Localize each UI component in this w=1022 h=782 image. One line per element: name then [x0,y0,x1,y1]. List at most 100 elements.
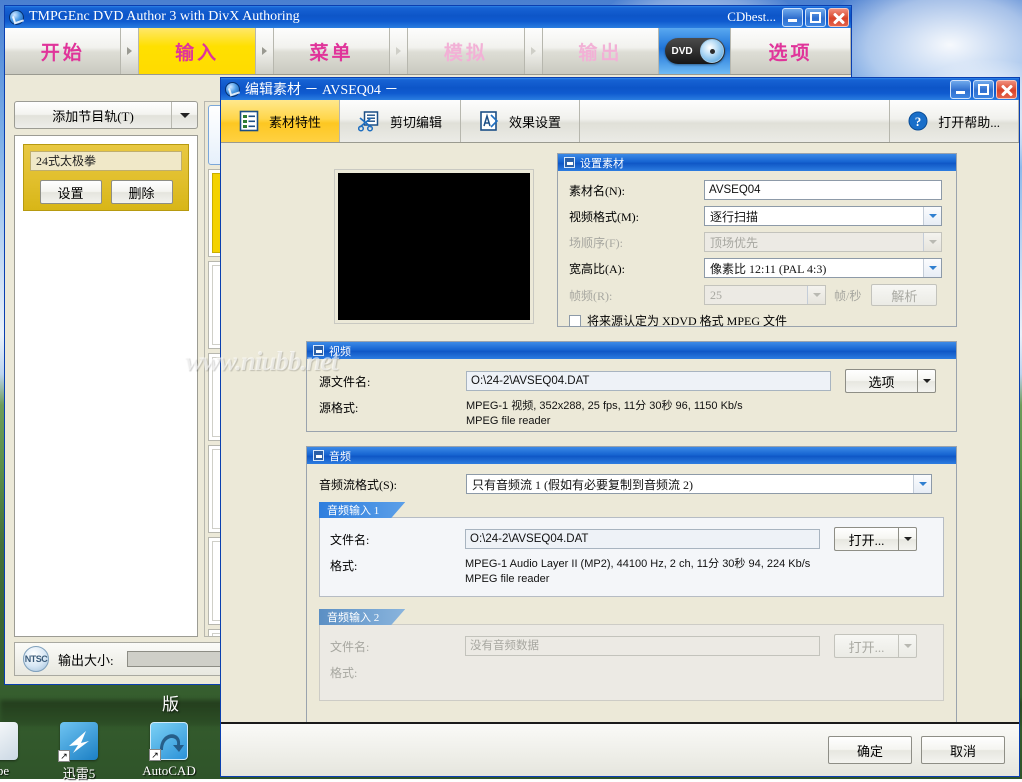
add-track-label: 添加节目轨(T) [15,106,171,125]
tab-separator-arrow [390,28,408,74]
audio1-file-input[interactable]: O:\24-2\AVSEQ04.DAT [465,529,820,549]
audio-input-2: 音频输入 2 文件名: 没有音频数据 打开... 格式: [319,609,944,701]
add-track-dropdown-arrow[interactable] [171,102,197,128]
maximize-button[interactable] [805,8,826,27]
track-settings-button[interactable]: 设置 [40,180,102,204]
dialog-window-controls [950,80,1017,99]
track-list[interactable]: 24式太极拳 设置 删除 [14,135,198,637]
chevron-down-icon[interactable] [923,259,941,277]
tab-input[interactable]: 输入 [139,28,255,74]
arrow-box-icon [313,345,324,356]
track-sidebar: 添加节目轨(T) 24式太极拳 设置 删除 [14,101,198,637]
tab-output[interactable]: 输出 [543,28,659,74]
main-navigation-tabs: 开始 输入 菜单 模拟 输出 DVD 选项 [5,28,851,75]
audio-stream-format-select[interactable]: 只有音频流 1 (假如有必要复制到音频流 2) [466,474,932,494]
app-icon: ↗ [60,722,98,760]
video-group: 视频 源文件名: O:\24-2\AVSEQ04.DAT 选项 源格式: MPE… [306,341,957,432]
main-window-titlebar[interactable]: TMPGEnc DVD Author 3 with DivX Authoring… [5,6,851,28]
field-order-row: 场顺序(F): 顶场优先 [569,232,945,252]
tab-effect-settings[interactable]: 效果设置 [461,100,580,142]
audio2-file-input: 没有音频数据 [465,636,820,656]
video-options-button[interactable]: 选项 [845,369,917,393]
audio1-open-split-button[interactable]: 打开... [834,527,917,551]
clip-preview-frame [334,169,534,324]
tab-separator-arrow [121,28,139,74]
audio1-open-button[interactable]: 打开... [834,527,898,551]
dvd-mode-indicator[interactable]: DVD [659,28,731,74]
dialog-close-button[interactable] [996,80,1017,99]
dvd-badge: DVD [665,38,725,64]
dialog-title: 编辑素材 － AVSEQ04 － [245,79,950,99]
track-name-field[interactable]: 24式太极拳 [30,151,182,171]
output-size-label: 输出大小: [58,650,114,669]
close-button[interactable] [828,8,849,27]
video-format-select[interactable]: 逐行扫描 [704,206,942,226]
desktop-version-text: 版 [162,690,179,715]
tab-options[interactable]: 选项 [731,28,851,74]
tab-separator-arrow [525,28,543,74]
audio2-format-label: 格式: [330,664,465,681]
video-group-body: 源文件名: O:\24-2\AVSEQ04.DAT 选项 源格式: MPEG-1… [307,359,956,439]
source-format-line1: MPEG-1 视频, 352x288, 25 fps, 11分 30秒 96, … [466,400,743,412]
group-title: 设置素材 [580,155,624,171]
desktop-icon-autocad[interactable]: ↗ AutoCAD [132,722,206,779]
clip-name-input[interactable]: AVSEQ04 [704,180,942,200]
audio1-file-row: 文件名: O:\24-2\AVSEQ04.DAT 打开... [330,527,933,551]
framerate-unit-label: 帧/秒 [834,287,861,304]
chevron-down-icon[interactable] [923,207,941,225]
aspect-ratio-select[interactable]: 像素比 12:11 (PAL 4:3) [704,258,942,278]
video-options-split-button[interactable]: 选项 [845,369,936,393]
dialog-titlebar[interactable]: 编辑素材 － AVSEQ04 － [221,78,1019,100]
audio-input-2-panel: 文件名: 没有音频数据 打开... 格式: [319,624,944,701]
dialog-minimize-button[interactable] [950,80,971,99]
audio-group-header: 音频 [307,447,956,464]
audio-stream-format-value: 只有音频流 1 (假如有必要复制到音频流 2) [467,476,913,493]
xdvd-checkbox-row[interactable]: 将来源认定为 XDVD 格式 MPEG 文件 [569,312,945,329]
source-format-row: 源格式: MPEG-1 视频, 352x288, 25 fps, 11分 30秒… [319,399,944,429]
analyze-button: 解析 [871,284,937,306]
open-help-button[interactable]: ? 打开帮助... [890,100,1019,142]
help-label: 打开帮助... [938,112,1000,131]
group-title: 视频 [329,343,351,359]
shortcut-arrow-icon: ↗ [149,749,161,761]
audio1-format-row: 格式: MPEG-1 Audio Layer II (MP2), 44100 H… [330,557,933,587]
xdvd-checkbox[interactable] [569,315,581,327]
tab-trim-edit[interactable]: 剪切编辑 [340,100,461,142]
audio1-format-value: MPEG-1 Audio Layer II (MP2), 44100 Hz, 2… [465,557,810,587]
minimize-button[interactable] [782,8,803,27]
tab-simulate[interactable]: 模拟 [408,28,524,74]
tab-menu[interactable]: 菜单 [274,28,390,74]
chevron-down-icon [807,286,825,304]
clip-settings-header: 设置素材 [558,154,956,171]
clip-settings-group: 设置素材 素材名(N): AVSEQ04 视频格式(M): 逐行扫描 场顺序(F… [557,153,957,327]
track-item[interactable]: 24式太极拳 设置 删除 [23,144,189,211]
field-order-select: 顶场优先 [704,232,942,252]
tab-start[interactable]: 开始 [5,28,121,74]
chevron-down-icon [923,233,941,251]
framerate-value: 25 [705,288,807,303]
audio-group-body: 音频流格式(S): 只有音频流 1 (假如有必要复制到音频流 2) 音频输入 1… [307,464,956,711]
edit-clip-dialog: 编辑素材 － AVSEQ04 － 素材特性 [220,77,1020,777]
audio2-file-row: 文件名: 没有音频数据 打开... [330,634,933,658]
add-track-button[interactable]: 添加节目轨(T) [14,101,198,129]
dialog-maximize-button[interactable] [973,80,994,99]
desktop-icon-ribe[interactable]: ↗ ribe [0,722,36,779]
tab-clip-properties[interactable]: 素材特性 [221,100,340,142]
shortcut-arrow-icon: ↗ [58,750,70,762]
video-options-dropdown[interactable] [917,369,936,393]
audio-input-2-label: 音频输入 2 [319,609,405,625]
desktop-icon-label: AutoCAD [132,763,206,779]
app-icon: ↗ [0,722,18,760]
desktop-icon-xunlei5[interactable]: ↗ 迅雷5 [42,722,116,782]
audio2-open-dropdown [898,634,917,658]
audio1-format-label: 格式: [330,557,465,574]
source-file-label: 源文件名: [319,373,466,390]
chevron-down-icon[interactable] [913,475,931,493]
audio1-open-dropdown[interactable] [898,527,917,551]
source-format-value: MPEG-1 视频, 352x288, 25 fps, 11分 30秒 96, … [466,399,743,429]
ok-button[interactable]: 确定 [828,736,912,764]
source-file-input[interactable]: O:\24-2\AVSEQ04.DAT [466,371,831,391]
cancel-button[interactable]: 取消 [921,736,1005,764]
audio-input-1-label: 音频输入 1 [319,502,405,518]
track-delete-button[interactable]: 删除 [111,180,173,204]
